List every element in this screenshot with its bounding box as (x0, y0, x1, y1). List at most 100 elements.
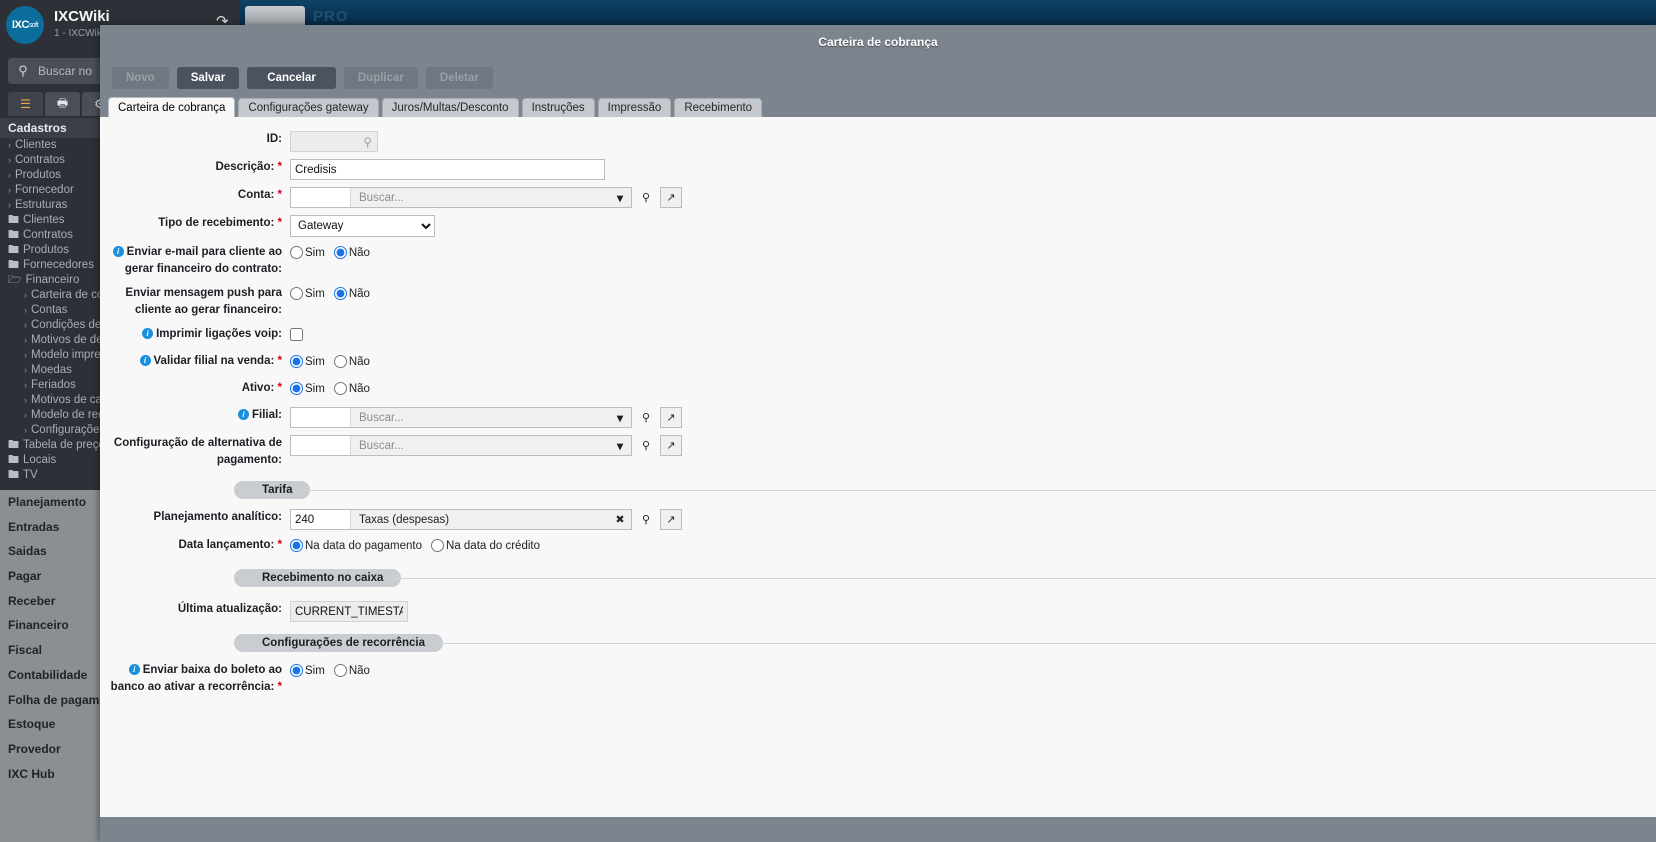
chevron-right-icon: › (24, 380, 27, 390)
sidebar-tree-item-label: Produtos (15, 169, 62, 181)
radio-option[interactable]: Não (333, 287, 370, 300)
imprimir-voip-checkbox[interactable] (290, 328, 303, 341)
enviar-baixa-boleto-label: i Enviar baixa do boleto ao banco ao ativ… (100, 662, 290, 696)
radio-input-sim[interactable] (290, 287, 303, 300)
ativo-label-text: Ativo: (241, 382, 275, 394)
tab-carteira-de-cobran-a[interactable]: Carteira de cobrança (108, 97, 236, 117)
radio-input-na-data-do-cr-dito[interactable] (431, 539, 445, 552)
tipo-recebimento-label-text: Tipo de recebimento: (158, 217, 275, 229)
radio-input-sim[interactable] (290, 382, 303, 395)
folder-icon: 🖿 (8, 469, 19, 481)
chevron-down-icon[interactable]: ▾ (609, 408, 631, 427)
radio-option[interactable]: Sim (290, 246, 325, 259)
conta-open-external-button[interactable]: ↗ (660, 187, 682, 208)
folder-icon: 🖿 (8, 229, 19, 241)
planejamento-analitico-open-external-button[interactable]: ↗ (660, 509, 682, 530)
radio-option[interactable]: Na data do crédito (431, 539, 540, 552)
filial-lookup: Buscar... ▾ (290, 407, 632, 428)
deletar-button: Deletar (425, 67, 493, 89)
radio-input-n-o[interactable] (333, 382, 347, 395)
printer-icon[interactable]: 🖶 (45, 92, 80, 116)
form-row-imprimir-voip: i Imprimir ligações voip: (100, 326, 1656, 346)
chevron-right-icon: › (24, 335, 27, 345)
legend-divider (304, 489, 1656, 491)
descricao-input[interactable] (290, 159, 605, 180)
folder-icon: 🖿 (8, 439, 19, 451)
conta-search-button[interactable]: ⚲ (635, 187, 657, 208)
radio-option[interactable]: Não (333, 382, 370, 395)
radio-option[interactable]: Não (333, 664, 370, 677)
info-icon[interactable]: i (112, 246, 124, 257)
list-icon[interactable]: ☰ (8, 92, 43, 116)
enviar-push-radio-group: Sim Não (290, 285, 1656, 302)
tab-impress-o[interactable]: Impressão (597, 98, 672, 117)
modal-body: ID: ⚲ Descrição: * Credisis Conta: * Bus… (100, 117, 1656, 817)
legend-recebimento-caixa-label: Recebimento no caixa (234, 569, 402, 587)
id-input[interactable]: ⚲ (290, 131, 378, 152)
planejamento-analitico-search-button[interactable]: ⚲ (635, 509, 657, 530)
logo-soft-text: soft (28, 21, 39, 29)
radio-option[interactable]: Na data do pagamento (290, 539, 422, 552)
novo-button: Novo (112, 67, 169, 89)
imprimir-voip-label: i Imprimir ligações voip: (100, 326, 290, 343)
legend-recorrencia: Configurações de recorrência (100, 634, 1656, 652)
radio-option[interactable]: Sim (290, 355, 325, 368)
info-icon[interactable]: i (139, 355, 151, 366)
radio-input-n-o[interactable] (333, 664, 347, 677)
tab-configura-es-gateway[interactable]: Configurações gateway (238, 98, 379, 117)
radio-input-sim[interactable] (290, 355, 303, 368)
clear-icon[interactable]: ✖ (609, 510, 631, 529)
radio-input-n-o[interactable] (333, 246, 347, 259)
tab-juros-multas-desconto[interactable]: Juros/Multas/Desconto (381, 98, 519, 117)
sidebar-tree-item-label: Moedas (31, 364, 72, 376)
filial-code-input[interactable] (291, 408, 351, 427)
filial-open-external-button[interactable]: ↗ (660, 407, 682, 428)
radio-option[interactable]: Sim (290, 382, 325, 395)
info-icon[interactable]: i (237, 409, 249, 420)
config-alternativa-open-external-button[interactable]: ↗ (660, 435, 682, 456)
folder-icon: 🖿 (8, 259, 19, 271)
legend-divider (436, 642, 1656, 644)
form-row-conta: Conta: * Buscar... ▾ ⚲ ↗ (100, 187, 1656, 208)
sidebar-tree-item-label: Financeiro (25, 274, 80, 286)
required-marker: * (277, 382, 282, 394)
radio-input-na-data-do-pagamento[interactable] (290, 539, 303, 552)
radio-input-n-o[interactable] (333, 355, 347, 368)
radio-label: Na data do pagamento (305, 539, 423, 552)
required-marker: * (277, 161, 282, 173)
config-alternativa-code-input[interactable] (291, 436, 351, 455)
radio-label: Na data do crédito (446, 539, 540, 552)
radio-option[interactable]: Sim (290, 664, 325, 677)
chevron-down-icon[interactable]: ▾ (609, 436, 631, 455)
ultima-atualizacao-input[interactable] (290, 601, 408, 622)
tipo-recebimento-select[interactable]: Gateway (290, 215, 435, 237)
radio-label: Não (348, 382, 370, 395)
config-alternativa-search-button[interactable]: ⚲ (635, 435, 657, 456)
id-label: ID: (266, 133, 282, 145)
form-row-descricao: Descrição: * (100, 159, 1656, 180)
salvar-button[interactable]: Salvar (176, 67, 240, 89)
radio-input-n-o[interactable] (333, 287, 347, 300)
planejamento-analitico-code-input[interactable] (291, 510, 351, 529)
filial-search-button[interactable]: ⚲ (635, 407, 657, 428)
modal-title: Carteira de cobrança (818, 35, 938, 49)
chevron-right-icon: › (24, 290, 27, 300)
radio-option[interactable]: Não (333, 355, 370, 368)
radio-label: Sim (305, 664, 325, 677)
conta-code-input[interactable] (291, 188, 351, 207)
radio-option[interactable]: Sim (290, 287, 325, 300)
chevron-right-icon: › (24, 365, 27, 375)
info-icon[interactable]: i (128, 664, 140, 675)
chevron-down-icon[interactable]: ▾ (609, 188, 631, 207)
radio-option[interactable]: Não (333, 246, 370, 259)
info-icon[interactable]: i (142, 328, 154, 339)
tab-instru-es[interactable]: Instruções (521, 98, 595, 117)
conta-lookup: Buscar... ▾ (290, 187, 632, 208)
tab-recebimento[interactable]: Recebimento (674, 98, 763, 117)
radio-input-sim[interactable] (290, 246, 303, 259)
radio-input-sim[interactable] (290, 664, 303, 677)
cancelar-button[interactable]: Cancelar (247, 67, 336, 89)
folder-icon: 🖿 (8, 454, 19, 466)
required-marker: * (277, 217, 282, 229)
enviar-email-radio-group: Sim Não (290, 244, 1656, 261)
